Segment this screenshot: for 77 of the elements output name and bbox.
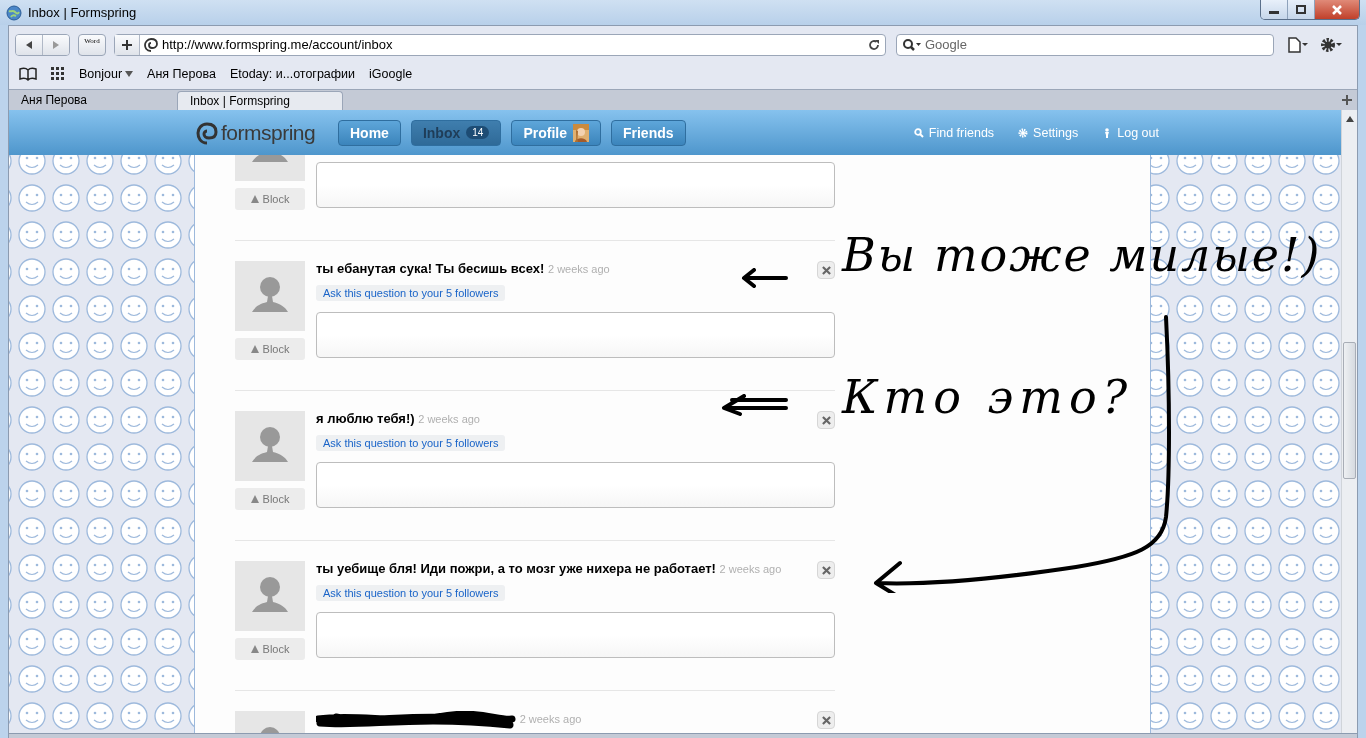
answer-field[interactable] xyxy=(316,462,835,508)
ask-followers-link[interactable]: Ask this question to your 5 followers xyxy=(316,285,506,301)
window-title: Inbox | Formspring xyxy=(28,5,137,20)
warning-icon xyxy=(250,195,259,203)
block-button[interactable]: Block xyxy=(235,338,305,360)
maximize-icon xyxy=(1296,5,1306,14)
close-icon xyxy=(821,565,831,575)
warning-icon xyxy=(250,345,259,353)
spiral-logo-icon xyxy=(196,120,218,145)
block-button[interactable]: Block xyxy=(235,638,305,660)
question-time: 2 weeks ago xyxy=(547,263,610,275)
avatar-icon xyxy=(235,561,305,631)
spiral-icon xyxy=(143,36,159,53)
arrow-drawing xyxy=(740,268,790,288)
nav-tab[interactable]: Home xyxy=(338,119,401,146)
bookmark-link[interactable]: iGoogle xyxy=(369,67,413,81)
answer-field[interactable] xyxy=(316,612,835,658)
warning-icon xyxy=(250,495,259,503)
block-button[interactable]: Block xyxy=(235,488,305,510)
dismiss-button[interactable] xyxy=(817,561,835,579)
answer-field[interactable] xyxy=(316,312,835,358)
handwritten-note: Кто это? xyxy=(842,374,1134,420)
nav-tab[interactable]: Profile xyxy=(511,119,601,146)
back-arrow-icon xyxy=(24,39,34,50)
new-tab-icon[interactable] xyxy=(1342,95,1352,105)
question-time: 2 weeks ago xyxy=(519,713,582,726)
caret-icon xyxy=(125,71,134,77)
bookmark-link[interactable]: Etoday: и...отографии xyxy=(229,67,356,81)
bookmark-menu[interactable]: Bonjour xyxy=(79,67,134,81)
gear-icon xyxy=(1018,127,1029,138)
nav-tab[interactable]: Friends xyxy=(610,119,686,146)
ask-followers-link[interactable]: Ask this question to your 5 followers xyxy=(316,585,506,601)
bookmark-link[interactable]: Аня Перова xyxy=(147,67,216,81)
close-icon xyxy=(821,415,831,425)
globe-icon xyxy=(6,4,22,21)
warning-icon xyxy=(250,645,259,653)
question-text: ты ебанутая сука! Ты бесишь всех! xyxy=(316,261,545,276)
close-button[interactable] xyxy=(1315,0,1359,19)
settings-icon[interactable] xyxy=(1320,35,1342,54)
arrow-drawing xyxy=(720,394,790,416)
browser-tab[interactable]: Inbox | Formspring xyxy=(177,91,343,110)
search-icon xyxy=(913,127,924,138)
page-menu-icon[interactable] xyxy=(1286,35,1308,54)
question-time: 2 weeks ago xyxy=(719,563,782,575)
minimize-icon xyxy=(1269,11,1279,14)
dismiss-button[interactable] xyxy=(817,261,835,279)
close-icon xyxy=(1332,4,1342,15)
minimize-button[interactable] xyxy=(1261,0,1288,19)
forward-arrow-icon xyxy=(51,39,61,50)
maximize-button[interactable] xyxy=(1288,0,1315,19)
book-icon[interactable] xyxy=(19,67,37,81)
reload-icon[interactable] xyxy=(868,38,880,51)
plus-icon xyxy=(121,38,133,51)
question-text: я люблю тебя!) xyxy=(316,411,415,426)
dismiss-button[interactable] xyxy=(817,711,835,729)
handwritten-note: Вы тоже милые!) xyxy=(842,232,1322,278)
question-time: 2 weeks ago xyxy=(418,413,480,425)
search-field[interactable]: Google xyxy=(896,33,1274,56)
back-button[interactable] xyxy=(16,34,42,55)
close-icon xyxy=(821,715,831,725)
scroll-up-icon[interactable] xyxy=(1345,116,1354,122)
nav-tab[interactable]: Inbox 14 xyxy=(410,119,502,146)
site-logo[interactable]: formspring xyxy=(221,120,316,145)
count-badge: 14 xyxy=(466,126,490,139)
avatar-icon xyxy=(235,411,305,481)
scrollbar[interactable] xyxy=(1341,110,1357,733)
address-field[interactable]: http://www.formspring.me/account/inbox xyxy=(114,33,886,56)
ask-followers-link[interactable]: Ask this question to your 5 followers xyxy=(316,435,506,451)
close-icon xyxy=(821,265,831,275)
scrollbar-thumb[interactable] xyxy=(1343,342,1356,479)
dismiss-button[interactable] xyxy=(817,411,835,429)
search-icon xyxy=(902,37,922,52)
answer-field[interactable] xyxy=(316,162,835,208)
question-text: ты уебище бля! Иди пожри, а то мозг уже нихера не работает! xyxy=(316,561,716,576)
avatar-icon xyxy=(235,261,305,331)
grid-icon[interactable] xyxy=(51,67,65,81)
block-button[interactable]: Block xyxy=(235,188,305,210)
